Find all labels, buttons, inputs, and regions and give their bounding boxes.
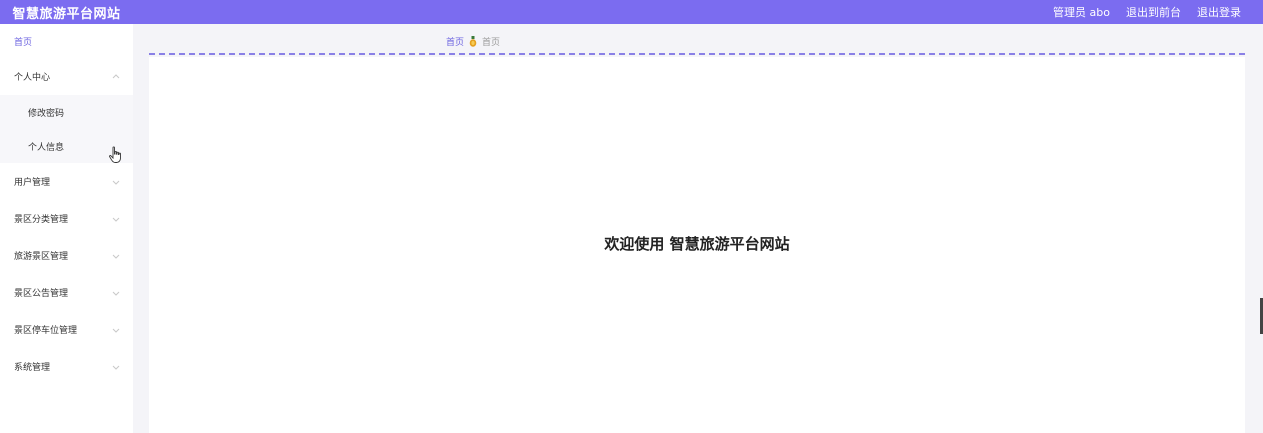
app-title: 智慧旅游平台网站: [12, 6, 121, 22]
top-actions: 管理员 abo 退出到前台 退出登录: [1053, 4, 1263, 20]
sidebar-group-personal-center[interactable]: 个人中心: [0, 58, 133, 95]
sidebar-item-label: 系统管理: [14, 363, 51, 373]
chevron-down-icon: [112, 254, 120, 259]
sidebar-group-scenic-spots[interactable]: 旅游景区管理: [0, 237, 133, 274]
breadcrumb: 首页 首页: [446, 35, 500, 48]
sidebar-item-label: 用户管理: [14, 178, 51, 188]
sidebar-item-home[interactable]: 首页: [0, 24, 133, 58]
content-panel: 欢迎使用 智慧旅游平台网站: [149, 57, 1245, 433]
sidebar-item-label: 景区分类管理: [14, 215, 69, 225]
logout-link[interactable]: 退出登录: [1197, 4, 1241, 20]
sidebar-item-label: 个人中心: [14, 73, 51, 83]
sidebar-item-label: 景区公告管理: [14, 289, 69, 299]
sidebar-item-label: 景区停车位管理: [14, 326, 78, 336]
sidebar-item-label: 旅游景区管理: [14, 252, 69, 262]
chevron-down-icon: [112, 217, 120, 222]
chevron-down-icon: [112, 328, 120, 333]
sidebar-item-label: 首页: [14, 37, 33, 48]
hand-cursor-icon: [109, 146, 121, 163]
welcome-message: 欢迎使用 智慧旅游平台网站: [604, 235, 790, 253]
chevron-down-icon: [112, 291, 120, 296]
breadcrumb-divider: [149, 53, 1245, 55]
top-bar: 智慧旅游平台网站 管理员 abo 退出到前台 退出登录: [0, 0, 1263, 24]
sidebar-group-scenic-notice[interactable]: 景区公告管理: [0, 274, 133, 311]
exit-to-frontend-link[interactable]: 退出到前台: [1126, 4, 1181, 20]
chevron-up-icon: [112, 73, 120, 78]
sidebar-group-scenic-category[interactable]: 景区分类管理: [0, 200, 133, 237]
chevron-down-icon: [112, 365, 120, 370]
sidebar-group-parking[interactable]: 景区停车位管理: [0, 311, 133, 348]
sidebar-subitem-label: 修改密码: [28, 108, 65, 119]
sidebar-group-user-management[interactable]: 用户管理: [0, 163, 133, 200]
sidebar-item-change-password[interactable]: 修改密码: [0, 95, 133, 129]
sidebar-subitem-label: 个人信息: [28, 142, 65, 153]
current-user-label: 管理员 abo: [1053, 6, 1110, 19]
sidebar: 首页 个人中心 修改密码 个人信息 用户管理 景区分类管理 旅游景区管理 景区公…: [0, 24, 133, 433]
sidebar-group-system[interactable]: 系统管理: [0, 348, 133, 385]
breadcrumb-home-link[interactable]: 首页: [446, 35, 464, 48]
chevron-down-icon: [112, 180, 120, 185]
medal-icon: [469, 36, 477, 47]
breadcrumb-current: 首页: [482, 38, 501, 48]
main-area: 首页 首页 欢迎使用 智慧旅游平台网站: [149, 24, 1245, 433]
